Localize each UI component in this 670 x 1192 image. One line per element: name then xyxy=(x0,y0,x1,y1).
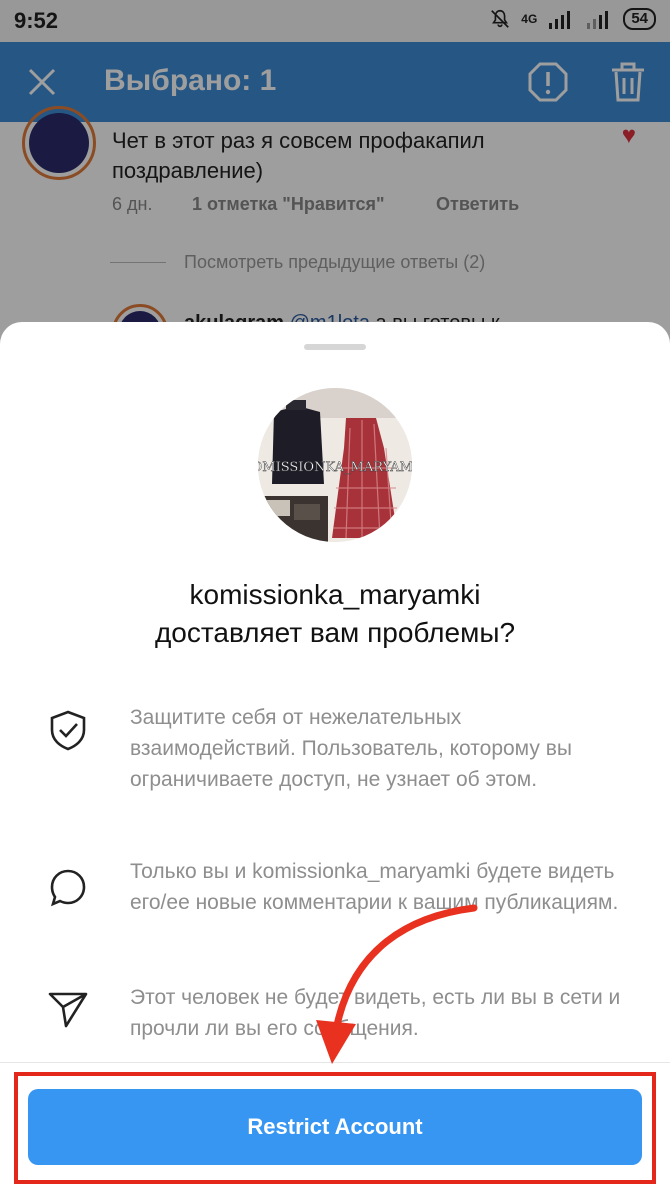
speech-bubble-icon xyxy=(50,869,86,907)
drag-handle[interactable] xyxy=(304,344,366,350)
info-text: Этот человек не будет видеть, есть ли вы… xyxy=(130,986,621,1040)
restrict-account-button[interactable]: Restrict Account xyxy=(28,1089,642,1165)
shield-check-icon xyxy=(50,710,86,751)
sheet-headline: komissionka_maryamki доставляет вам проб… xyxy=(0,576,670,652)
info-text: Защитите себя от нежелательных взаимодей… xyxy=(130,706,572,791)
info-text: Только вы и komissionka_maryamki будете … xyxy=(130,860,619,914)
profile-picture: KOMISSIONKA_MARYAMKI xyxy=(258,388,412,542)
paper-plane-icon xyxy=(48,992,88,1028)
sheet-divider xyxy=(0,1062,670,1063)
profile-image: KOMISSIONKA_MARYAMKI xyxy=(258,388,412,542)
restrict-bottom-sheet: KOMISSIONKA_MARYAMKI komissionka_maryamk… xyxy=(0,322,670,1192)
headline-question: доставляет вам проблемы? xyxy=(154,617,516,648)
profile-watermark: KOMISSIONKA_MARYAMKI xyxy=(258,460,412,475)
headline-username: komissionka_maryamki xyxy=(189,579,481,610)
